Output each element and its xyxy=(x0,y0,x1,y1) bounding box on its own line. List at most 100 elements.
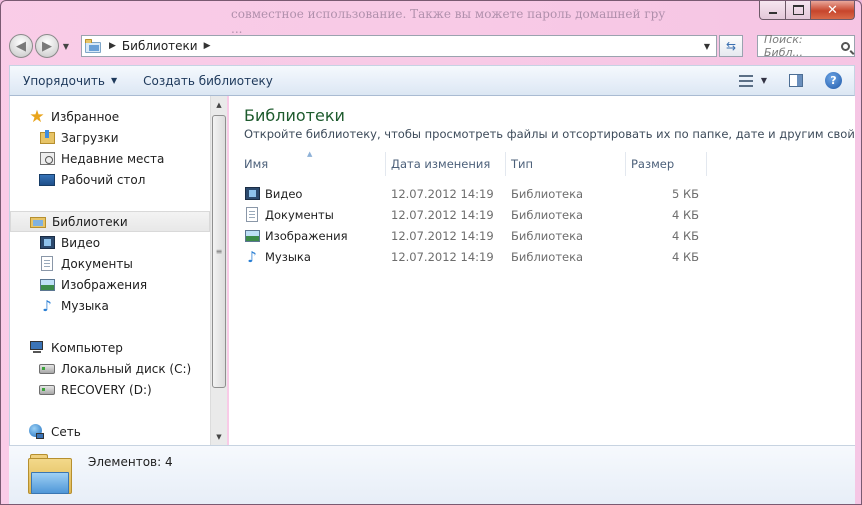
sidebar-item-recent[interactable]: Недавние места xyxy=(10,148,227,169)
table-row[interactable]: Видео 12.07.2012 14:19 Библиотека 5 КБ xyxy=(239,183,839,204)
change-view-icon[interactable] xyxy=(738,74,753,87)
minimize-icon xyxy=(768,12,777,14)
sidebar-item-documents[interactable]: Документы xyxy=(10,253,227,274)
column-header-label: Размер xyxy=(631,157,675,171)
file-size: 5 КБ xyxy=(671,186,699,201)
table-row[interactable]: ♪ Музыка 12.07.2012 14:19 Библиотека 4 К… xyxy=(239,246,839,267)
sort-ascending-icon: ▲ xyxy=(307,150,313,158)
address-history-dropdown[interactable]: ▼ xyxy=(698,36,716,56)
file-type: Библиотека xyxy=(511,186,584,201)
column-header-date[interactable]: Дата изменения xyxy=(386,152,506,176)
file-size: 4 КБ xyxy=(671,249,699,264)
sidebar-item-label: Музыка xyxy=(61,298,109,313)
navigation-scrollbar[interactable]: ▲ ≡ ▼ xyxy=(210,96,227,445)
search-icon xyxy=(841,41,850,51)
file-name-cell: ♪ Музыка xyxy=(239,248,386,266)
close-icon: ✕ xyxy=(827,2,838,18)
sidebar-item-local-disk[interactable]: Локальный диск (C:) xyxy=(10,358,227,379)
table-row[interactable]: Документы 12.07.2012 14:19 Библиотека 4 … xyxy=(239,204,839,225)
scroll-down-arrow-icon[interactable]: ▼ xyxy=(211,428,227,445)
help-icon[interactable]: ? xyxy=(825,72,842,89)
scrollbar-thumb[interactable]: ≡ xyxy=(212,115,226,388)
maximize-button[interactable] xyxy=(786,1,811,20)
refresh-icon: ⇆ xyxy=(725,39,737,53)
desktop-icon xyxy=(39,172,55,188)
search-input[interactable]: Поиск: Библ... xyxy=(757,33,855,59)
file-type: Библиотека xyxy=(511,207,584,222)
sidebar-item-label: Локальный диск (C:) xyxy=(61,361,192,376)
sidebar-item-desktop[interactable]: Рабочий стол xyxy=(10,169,227,190)
file-name: Документы xyxy=(265,207,334,222)
forward-arrow-icon: ▶ xyxy=(42,38,52,54)
sidebar-item-label: Видео xyxy=(61,235,101,250)
libraries-folder-icon xyxy=(85,39,103,53)
file-size: 4 КБ xyxy=(671,228,699,243)
sidebar-item-video[interactable]: Видео xyxy=(10,232,227,253)
libraries-folder-icon xyxy=(28,452,72,496)
background-text-line: совместное использование. Также вы может… xyxy=(231,7,666,21)
file-date: 12.07.2012 14:19 xyxy=(391,207,494,222)
column-header-label: Дата изменения xyxy=(391,157,491,171)
video-library-icon xyxy=(244,186,260,202)
pictures-library-icon xyxy=(39,277,55,293)
maximize-icon xyxy=(792,5,804,15)
column-header-label: Тип xyxy=(511,157,534,171)
sidebar-item-label: Избранное xyxy=(51,109,120,124)
sidebar-item-favorites[interactable]: ★ Избранное xyxy=(10,106,227,127)
file-type: Библиотека xyxy=(511,228,584,243)
view-options-dropdown[interactable]: ▼ xyxy=(761,76,767,85)
sidebar-item-recovery[interactable]: RECOVERY (D:) xyxy=(10,379,227,400)
caption-buttons: ✕ xyxy=(759,1,855,20)
column-header-name[interactable]: ▲ Имя xyxy=(239,150,386,176)
chevron-down-icon: ▼ xyxy=(110,76,118,85)
star-icon: ★ xyxy=(29,106,45,127)
computer-icon xyxy=(29,340,45,356)
sidebar-item-label: Компьютер xyxy=(51,340,123,355)
refresh-button[interactable]: ⇆ xyxy=(719,35,743,57)
documents-library-icon xyxy=(39,256,55,272)
sidebar-item-label: Сеть xyxy=(51,424,81,439)
breadcrumb-arrow-icon[interactable]: ▶ xyxy=(204,41,211,51)
file-name-cell: Изображения xyxy=(239,228,386,244)
column-header-type[interactable]: Тип xyxy=(506,152,626,176)
file-date: 12.07.2012 14:19 xyxy=(391,249,494,264)
close-button[interactable]: ✕ xyxy=(811,1,855,20)
sidebar-item-network[interactable]: Сеть xyxy=(10,421,227,442)
sidebar-item-pictures[interactable]: Изображения xyxy=(10,274,227,295)
sidebar-item-music[interactable]: ♪ Музыка xyxy=(10,295,227,316)
drive-icon xyxy=(39,382,55,398)
back-button[interactable]: ◀ xyxy=(9,34,33,58)
breadcrumb-libraries[interactable]: Библиотеки xyxy=(122,39,198,53)
column-header-row: ▲ Имя Дата изменения Тип Размер xyxy=(239,150,839,176)
item-count: Элементов: 4 xyxy=(88,455,173,469)
pictures-library-icon xyxy=(244,228,260,244)
sidebar-item-downloads[interactable]: Загрузки xyxy=(10,127,227,148)
sidebar-item-label: Недавние места xyxy=(61,151,165,166)
recent-pages-dropdown[interactable]: ▼ xyxy=(61,42,71,51)
command-bar: Упорядочить ▼ Создать библиотеку ▼ ? xyxy=(9,65,855,96)
organize-button[interactable]: Упорядочить ▼ xyxy=(10,66,130,95)
sidebar-item-label: RECOVERY (D:) xyxy=(61,382,152,397)
file-name: Видео xyxy=(265,186,303,201)
address-bar[interactable]: ▶ Библиотеки ▶ ▼ xyxy=(81,35,717,57)
new-library-label: Создать библиотеку xyxy=(143,73,273,88)
background-document-text: совместное использование. Также вы может… xyxy=(231,7,831,37)
table-row[interactable]: Изображения 12.07.2012 14:19 Библиотека … xyxy=(239,225,839,246)
column-header-size[interactable]: Размер xyxy=(626,152,707,176)
sidebar-item-label: Изображения xyxy=(61,277,148,292)
page-subtitle: Откройте библиотеку, чтобы просмотреть ф… xyxy=(244,127,855,141)
scroll-up-arrow-icon[interactable]: ▲ xyxy=(211,96,227,113)
sidebar-item-label: Библиотеки xyxy=(52,214,128,229)
forward-button[interactable]: ▶ xyxy=(35,34,59,58)
search-placeholder: Поиск: Библ... xyxy=(764,33,803,59)
file-name-cell: Видео xyxy=(239,186,386,202)
music-library-icon: ♪ xyxy=(42,296,52,315)
minimize-button[interactable] xyxy=(759,1,786,20)
back-arrow-icon: ◀ xyxy=(16,38,26,54)
sidebar-item-libraries[interactable]: Библиотеки xyxy=(10,211,210,232)
breadcrumb-arrow-icon[interactable]: ▶ xyxy=(109,41,116,51)
file-name: Изображения xyxy=(265,228,348,243)
new-library-button[interactable]: Создать библиотеку xyxy=(130,66,286,95)
sidebar-item-computer[interactable]: Компьютер xyxy=(10,337,227,358)
preview-pane-icon[interactable] xyxy=(789,74,803,87)
